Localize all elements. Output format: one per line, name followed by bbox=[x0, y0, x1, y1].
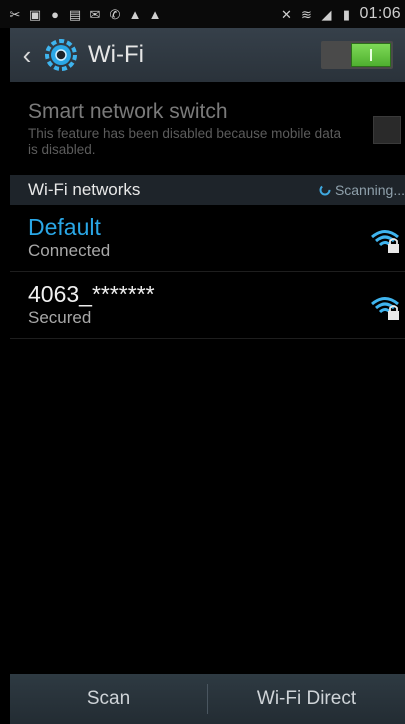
alert-icon: ▲ bbox=[128, 6, 142, 22]
status-icons-left: ✂ ▣ ● ▤ ✉ ✆ ▲ ▲ bbox=[0, 8, 162, 21]
wifi-networks-header: Wi-Fi networks Scanning... bbox=[10, 175, 405, 205]
gallery-icon: ▣ bbox=[28, 6, 42, 22]
bottom-bar: Scan Wi-Fi Direct bbox=[10, 674, 405, 724]
call-icon: ✆ bbox=[109, 6, 121, 22]
status-icons-right: ✕ ≋ ◢ ▮ 01:06 bbox=[279, 5, 405, 23]
scanning-label: Scanning... bbox=[334, 182, 405, 198]
wifi-signal-icon: ≋ bbox=[301, 6, 312, 22]
scanning-indicator: Scanning... bbox=[319, 182, 405, 198]
cell-signal-icon: ◢ bbox=[321, 6, 332, 22]
clock: 01:06 bbox=[359, 5, 401, 22]
wifi-locked-icon bbox=[371, 230, 399, 253]
smart-network-title: Smart network switch bbox=[28, 100, 228, 123]
smart-network-subtitle: This feature has been disabled because m… bbox=[28, 126, 341, 157]
message-icon: ✉ bbox=[89, 6, 101, 22]
chat-icon: ● bbox=[51, 6, 59, 22]
smart-network-switch: Smart network switch This feature has be… bbox=[10, 82, 405, 175]
wifi-toggle[interactable] bbox=[321, 41, 393, 69]
status-bar: ✂ ▣ ● ▤ ✉ ✆ ▲ ▲ ✕ ≋ ◢ ▮ 01:06 bbox=[0, 0, 405, 28]
network-item-4063[interactable]: 4063_******* Secured bbox=[10, 272, 405, 339]
network-status: Connected bbox=[28, 241, 111, 260]
back-icon[interactable]: ‹ bbox=[16, 40, 38, 71]
network-name: Default bbox=[28, 214, 101, 240]
missed-call-icon: ✂ bbox=[9, 6, 21, 22]
mute-icon: ✕ bbox=[281, 6, 292, 22]
network-item-default[interactable]: Default Connected bbox=[10, 205, 405, 272]
alert-icon: ▲ bbox=[148, 6, 162, 22]
section-label: Wi-Fi networks bbox=[28, 180, 141, 199]
toggle-knob bbox=[351, 43, 391, 67]
wifi-direct-button[interactable]: Wi-Fi Direct bbox=[208, 688, 405, 710]
scan-button[interactable]: Scan bbox=[10, 688, 207, 710]
battery-icon: ▮ bbox=[342, 6, 351, 22]
network-name: 4063_******* bbox=[28, 281, 155, 307]
action-bar: ‹ Wi-Fi bbox=[10, 28, 405, 82]
scanning-spinner-icon bbox=[319, 184, 331, 196]
gear-icon[interactable] bbox=[44, 38, 78, 72]
phone-screen: ✂ ▣ ● ▤ ✉ ✆ ▲ ▲ ✕ ≋ ◢ ▮ 01:06 ‹ Wi-Fi Sm… bbox=[0, 0, 405, 724]
page-title: Wi-Fi bbox=[88, 41, 144, 68]
smart-network-checkbox bbox=[373, 116, 401, 144]
screenshot-icon: ▤ bbox=[68, 6, 82, 22]
wifi-locked-icon bbox=[371, 297, 399, 320]
content-area: Smart network switch This feature has be… bbox=[10, 82, 405, 674]
network-status: Secured bbox=[28, 308, 92, 327]
